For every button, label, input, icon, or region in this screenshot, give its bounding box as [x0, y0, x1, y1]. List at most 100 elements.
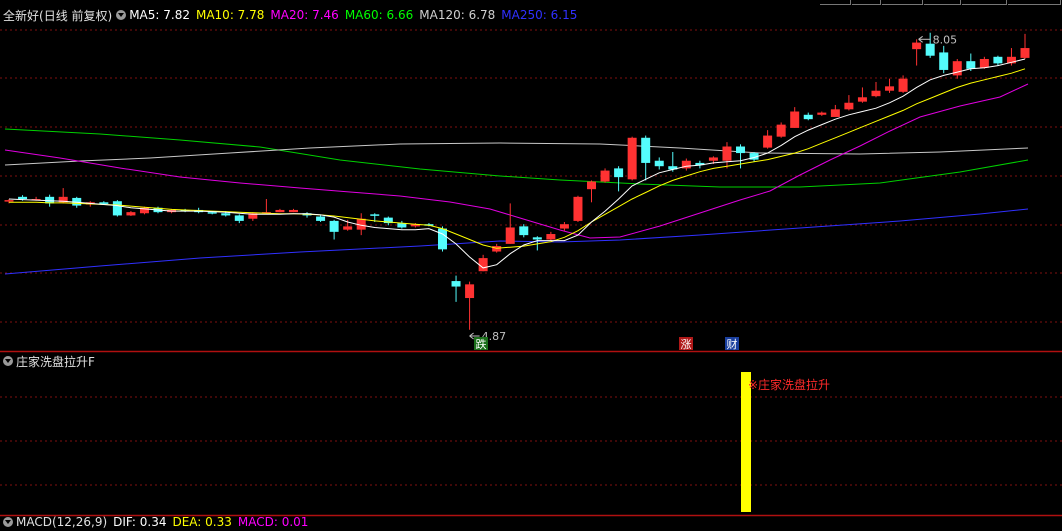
candle — [654, 157, 664, 170]
macd-dea: DEA: 0.33 — [172, 515, 232, 529]
candle-body — [600, 170, 610, 182]
candle-body — [343, 226, 353, 230]
candle-body — [4, 200, 14, 202]
indicator-signal: ※庄家洗盘拉升 — [741, 372, 830, 512]
candle — [912, 39, 922, 66]
candle — [465, 281, 475, 330]
candle — [817, 111, 827, 116]
candle — [830, 104, 840, 117]
top-toolbar-frame — [820, 0, 1062, 5]
period-label: (日线 前复权) — [39, 8, 113, 23]
candle-body — [993, 56, 1003, 64]
candle — [844, 95, 854, 111]
candle — [573, 195, 583, 222]
dropdown-icon[interactable] — [116, 10, 127, 20]
ma20-line — [4, 83, 1029, 239]
candle-body — [234, 215, 244, 221]
candle — [451, 275, 461, 302]
grid-lines — [0, 29, 1062, 517]
candlesticks[interactable] — [4, 32, 1030, 330]
ma60-line — [4, 128, 1029, 188]
ma-legend-item: MA250: 6.15 — [501, 8, 578, 22]
candle-body — [817, 112, 827, 115]
candle-body — [207, 212, 217, 214]
kline-screen: 8.05 4.87 跌 涨 财 ※庄家洗盘拉升 全新好 (日线 前复权) MA5: 7… — [0, 0, 1062, 529]
short-ma-lines — [8, 58, 1026, 269]
candle-body — [857, 97, 867, 102]
macd-dif: DIF: 0.34 — [113, 515, 167, 529]
ma250-line — [4, 208, 1029, 275]
dropdown-icon[interactable] — [3, 517, 13, 527]
event-badge: 财 — [725, 337, 739, 351]
candle-body — [654, 160, 664, 167]
badge-text: 涨 — [681, 338, 692, 351]
candle-body — [708, 157, 718, 161]
candle-body — [221, 213, 231, 216]
stock-name[interactable]: 全新好 — [3, 7, 39, 24]
candle-body — [979, 58, 989, 68]
indicator-title[interactable]: 庄家洗盘拉升F — [16, 353, 95, 370]
candle-body — [912, 42, 922, 50]
candle — [803, 112, 813, 121]
candle — [939, 45, 949, 74]
candle-body — [559, 224, 569, 229]
candle — [383, 216, 393, 226]
macd-value: MACD: 0.01 — [237, 515, 309, 529]
candle — [600, 168, 610, 183]
candle-body — [966, 61, 976, 69]
candle-body — [275, 209, 285, 213]
candle-body — [465, 284, 475, 299]
candle — [681, 158, 691, 171]
candle — [641, 135, 651, 181]
candle — [763, 130, 773, 149]
candle-body — [776, 124, 786, 137]
event-badge: 跌 — [474, 337, 488, 351]
candle-body — [898, 78, 908, 92]
indicator-panel-header: 庄家洗盘拉升F — [0, 352, 95, 370]
signal-bar — [741, 372, 751, 512]
candle-body — [885, 86, 895, 91]
badge-text: 财 — [727, 337, 738, 351]
candle-body — [587, 181, 597, 190]
candle — [885, 78, 895, 93]
candle-body — [126, 212, 136, 216]
candle — [1020, 33, 1030, 59]
ma-legend: MA5: 7.82 MA10: 7.78 MA20: 7.46 MA60: 6.66 M… — [129, 8, 583, 22]
candle-body — [830, 109, 840, 117]
candle — [397, 220, 407, 229]
candle — [234, 214, 244, 224]
candle — [546, 231, 556, 241]
candle-body — [519, 226, 529, 236]
dropdown-icon[interactable] — [3, 356, 13, 366]
ma-legend-item: MA10: 7.78 — [195, 8, 265, 22]
candle-body — [437, 228, 447, 250]
ma-legend-item: MA20: 7.46 — [270, 8, 339, 22]
candle-body — [532, 237, 542, 240]
candle-body — [871, 90, 881, 97]
candle — [261, 199, 271, 214]
candle — [776, 122, 786, 138]
ma120-line — [4, 142, 1029, 166]
candle — [112, 200, 122, 217]
candle-body — [112, 201, 122, 216]
candle-body — [614, 168, 624, 178]
candle — [505, 203, 515, 244]
candle — [627, 136, 637, 181]
candle-body — [99, 202, 109, 204]
candle — [993, 55, 1003, 66]
candle-body — [316, 216, 326, 221]
event-badges[interactable]: 跌涨财 — [474, 337, 739, 351]
chart-canvas: 8.054.87 跌 涨 财 ※庄家洗盘拉升 — [0, 29, 1062, 517]
ma-legend-item: MA60: 6.66 — [344, 8, 414, 22]
candle-body — [1020, 48, 1030, 58]
candle-body — [627, 137, 637, 180]
candle — [722, 142, 732, 169]
candle-body — [573, 196, 583, 221]
candle-body — [803, 114, 813, 120]
candle-body — [641, 137, 651, 163]
candle — [952, 58, 962, 79]
candle-body — [505, 227, 515, 244]
macd-label[interactable]: MACD(12,26,9) — [16, 515, 107, 529]
candle-body — [451, 281, 461, 287]
candle — [248, 212, 258, 221]
